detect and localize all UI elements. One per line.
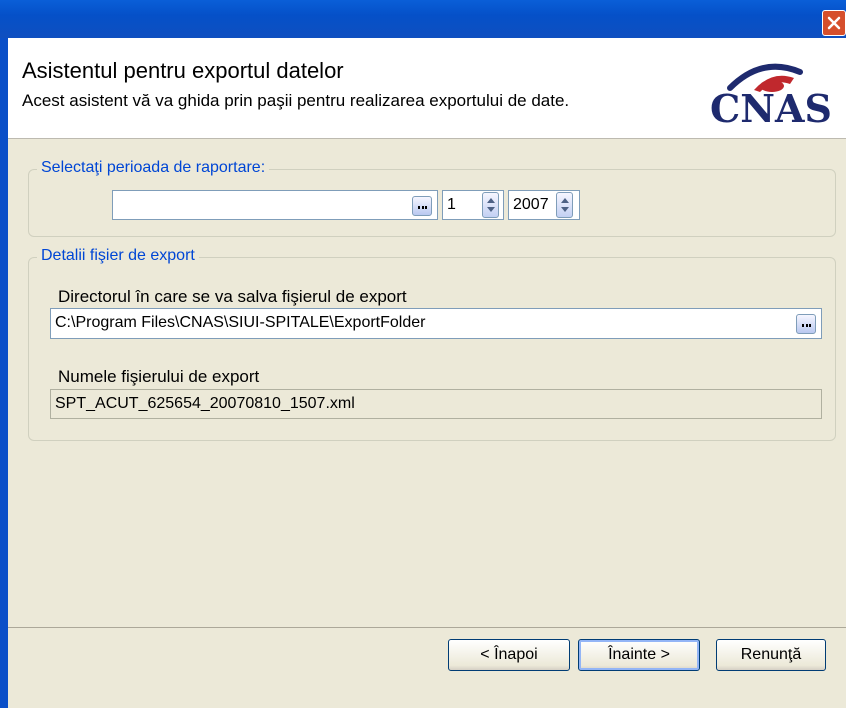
next-button[interactable]: Înainte > bbox=[578, 639, 700, 671]
directory-label: Directorul în care se va salva fişierul … bbox=[58, 287, 407, 306]
period-input[interactable] bbox=[112, 190, 438, 220]
page-title: Asistentul pentru exportul datelor bbox=[22, 58, 344, 83]
directory-browse-button[interactable] bbox=[796, 314, 816, 334]
directory-input[interactable]: C:\Program Files\CNAS\SIUI-SPITALE\Expor… bbox=[50, 308, 822, 339]
spin-down-icon[interactable] bbox=[487, 207, 495, 212]
ellipsis-icon bbox=[418, 206, 427, 209]
year-spinner[interactable] bbox=[556, 192, 573, 218]
spin-down-icon[interactable] bbox=[561, 207, 569, 212]
filename-label: Numele fişierului de export bbox=[58, 367, 260, 386]
window-border bbox=[0, 38, 8, 708]
export-legend: Detalii fişier de export bbox=[37, 247, 199, 265]
ellipsis-icon bbox=[802, 324, 811, 327]
wizard-body: Selectaţi perioada de raportare: 1 2007 … bbox=[8, 139, 846, 708]
spin-up-icon[interactable] bbox=[561, 198, 569, 203]
month-spinner[interactable] bbox=[482, 192, 499, 218]
page-subtitle: Acest asistent vă va ghida prin paşii pe… bbox=[22, 91, 570, 110]
logo-text: CNAS bbox=[710, 86, 832, 128]
spin-up-icon[interactable] bbox=[487, 198, 495, 203]
back-button[interactable]: < Înapoi bbox=[448, 639, 570, 671]
period-legend: Selectaţi perioada de raportare: bbox=[37, 159, 270, 177]
filename-field: SPT_ACUT_625654_20070810_1507.xml bbox=[50, 389, 822, 419]
wizard-header: Asistentul pentru exportul datelor Acest… bbox=[8, 38, 846, 139]
cancel-button[interactable]: Renunţă bbox=[716, 639, 826, 671]
close-button[interactable] bbox=[822, 10, 846, 36]
period-browse-button[interactable] bbox=[412, 196, 432, 216]
title-bar[interactable] bbox=[0, 0, 846, 38]
cnas-logo: CNAS bbox=[710, 63, 832, 128]
button-separator bbox=[8, 627, 846, 628]
close-icon bbox=[827, 16, 841, 30]
